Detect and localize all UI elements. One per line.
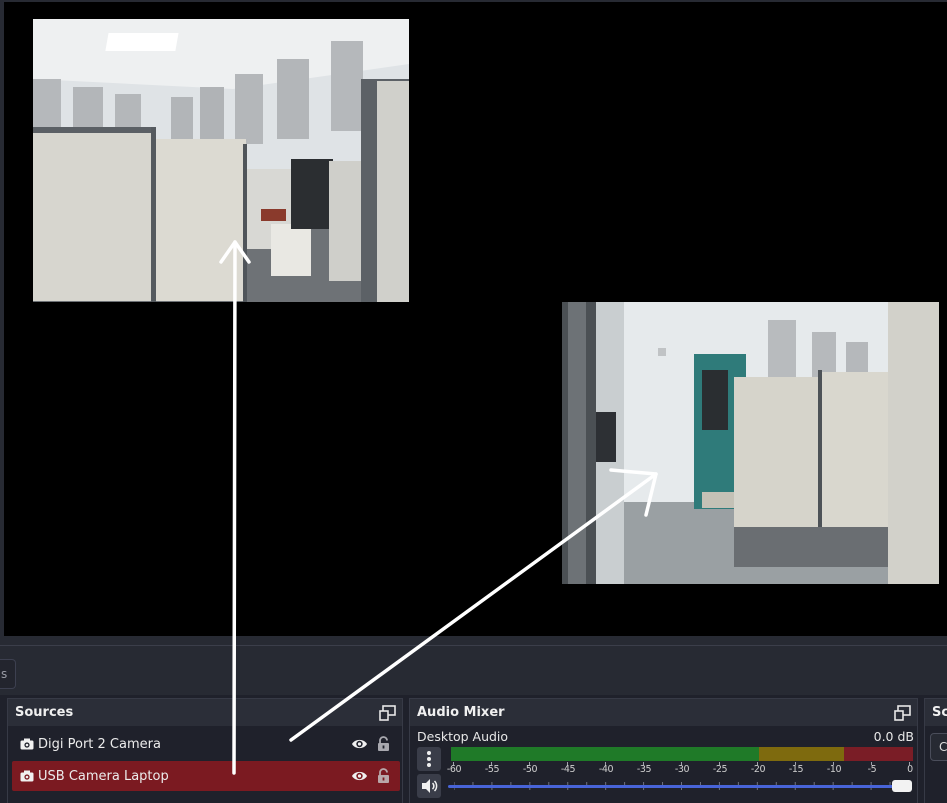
meter-scale-label: -50 (522, 764, 538, 775)
scene-transitions-dock: Sc C (924, 698, 947, 803)
obs-window: s Sources Digi Port 2 Camera USB Camera … (0, 0, 947, 803)
meter-scale-label: -10 (826, 764, 842, 775)
channel-menu-button[interactable] (417, 747, 441, 771)
mute-button[interactable] (417, 774, 441, 798)
audio-mixer-header: Audio Mixer (410, 699, 917, 726)
lock-icon[interactable] (377, 768, 390, 784)
meter-scale-label: -60 (446, 764, 462, 775)
meter-yellow-zone (759, 747, 844, 761)
camera-icon (20, 770, 34, 782)
dock-divider: s (0, 645, 947, 695)
sources-dock-header: Sources (8, 699, 402, 726)
scene-transitions-header: Sc (925, 699, 947, 726)
camera-icon (20, 738, 34, 750)
audio-channel-level: 0.0 dB (873, 729, 914, 744)
audio-mixer-dock: Audio Mixer Desktop Audio 0.0 dB -60 -55 -… (409, 698, 918, 803)
preview-area (0, 0, 947, 645)
audio-channel-name: Desktop Audio (417, 729, 509, 744)
scene-transitions-title: Sc (932, 705, 947, 720)
volume-meter (451, 747, 913, 761)
eye-icon[interactable] (351, 737, 368, 751)
source-item-usb-camera-laptop[interactable]: USB Camera Laptop (12, 761, 400, 791)
meter-red-zone (844, 747, 913, 761)
transition-select[interactable]: C (930, 733, 947, 761)
meter-scale-label: -20 (750, 764, 766, 775)
meter-scale-label: -15 (788, 764, 804, 775)
meter-scale-label: -5 (867, 764, 877, 775)
meter-scale-label: -55 (484, 764, 500, 775)
meter-scale-label: -40 (598, 764, 614, 775)
source-label: USB Camera Laptop (38, 768, 169, 784)
meter-scale-label: -25 (712, 764, 728, 775)
office-camera-image (33, 19, 409, 302)
dock-float-icon[interactable] (894, 704, 911, 721)
meter-scale-label: -45 (560, 764, 576, 775)
volume-slider-track[interactable] (448, 785, 911, 788)
audio-channel-header: Desktop Audio 0.0 dB (417, 729, 914, 745)
volume-slider-handle[interactable] (892, 780, 912, 792)
sources-dock: Sources Digi Port 2 Camera USB Camera La… (7, 698, 403, 803)
sources-title: Sources (15, 705, 74, 720)
speaker-icon (422, 779, 438, 793)
meter-scale: -60 -55 -50 -45 -40 -35 -30 -25 -20 -15 -10 -5 0 (447, 762, 913, 784)
meter-scale-label: -30 (674, 764, 690, 775)
scenes-tab-edge[interactable]: s (0, 659, 16, 689)
meter-green-zone (451, 747, 759, 761)
source-preview-digi-port-2-camera[interactable] (33, 19, 409, 302)
hallway-camera-image (562, 302, 939, 584)
source-item-digi-port-2-camera[interactable]: Digi Port 2 Camera (12, 729, 400, 759)
audio-mixer-title: Audio Mixer (417, 705, 505, 720)
meter-scale-label: 0 (907, 764, 913, 775)
meter-scale-label: -35 (636, 764, 652, 775)
dock-float-icon[interactable] (379, 704, 396, 721)
eye-icon[interactable] (351, 769, 368, 783)
source-label: Digi Port 2 Camera (38, 736, 161, 752)
lock-icon[interactable] (377, 736, 390, 752)
source-preview-usb-camera-laptop[interactable] (562, 302, 939, 584)
menu-dots-icon (427, 751, 431, 767)
